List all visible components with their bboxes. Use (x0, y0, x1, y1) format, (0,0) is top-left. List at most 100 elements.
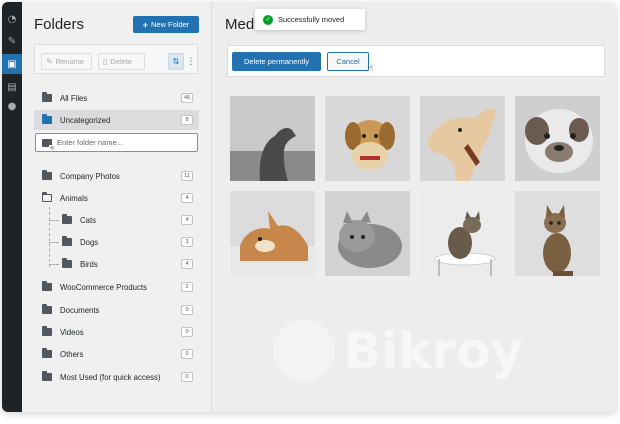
dashboard-icon[interactable]: ◔ (5, 12, 19, 26)
folder-name-field[interactable] (35, 133, 198, 152)
folder-count: 0 (181, 372, 193, 382)
folder-count: 3 (181, 237, 193, 247)
folder-count: 0 (181, 327, 193, 337)
folder-count: 0 (181, 349, 193, 359)
rename-icon: ✎ (46, 57, 53, 66)
folder-toolbar: ✎ Rename ▯ Delete ⇅ ⋮ (34, 44, 198, 74)
tree-connector (49, 207, 50, 267)
folder-icon (42, 170, 52, 180)
new-folder-label: New Folder (150, 20, 190, 29)
media-thumbnail[interactable] (515, 191, 600, 276)
play-icon[interactable]: ● (5, 99, 19, 113)
folder-animals[interactable]: Animals 4 (34, 188, 199, 208)
pages-icon[interactable]: ▤ (5, 80, 19, 94)
chihuahua-image (230, 191, 315, 276)
folder-cats[interactable]: Cats 4 (54, 210, 199, 230)
more-options-icon[interactable]: ⋮ (187, 53, 196, 70)
folder-count: 4 (181, 215, 193, 225)
folder-others[interactable]: Others 0 (34, 344, 199, 364)
media-thumbnail[interactable] (230, 96, 315, 181)
folder-label: Company Photos (60, 171, 120, 181)
folder-icon (42, 281, 52, 291)
bulldog-image (515, 96, 600, 181)
media-thumbnail[interactable] (420, 191, 505, 276)
folder-count: 4 (181, 259, 193, 269)
folder-icon (42, 304, 52, 314)
folder-icon (42, 348, 52, 358)
folder-woocommerce-products[interactable]: WooCommerce Products 2 (34, 277, 199, 297)
folder-documents[interactable]: Documents 0 (34, 300, 199, 320)
cat-on-stool-image (420, 191, 505, 276)
folder-most-used[interactable]: Most Used (for quick access) 0 (34, 367, 199, 387)
folder-label: Birds (80, 259, 98, 269)
folder-label: Cats (80, 215, 97, 225)
tabby-cat-image (515, 191, 600, 276)
folder-icon (62, 258, 72, 268)
folder-icon (42, 92, 52, 102)
watermark: Bikroy (273, 320, 523, 382)
media-thumbnail[interactable] (230, 191, 315, 276)
folder-videos[interactable]: Videos 0 (34, 322, 199, 342)
folder-icon (42, 371, 52, 381)
folder-label: Videos (60, 327, 84, 337)
plus-icon: + (142, 19, 148, 30)
folder-count: 4 (181, 193, 193, 203)
toast-message: Successfully moved (278, 15, 345, 24)
media-thumbnail[interactable] (325, 191, 410, 276)
folder-label: Others (60, 349, 84, 359)
folder-icon (42, 326, 52, 336)
folder-birds[interactable]: Birds 4 (54, 254, 199, 274)
folder-count: 8 (181, 115, 193, 125)
folder-count: 11 (181, 171, 193, 181)
folder-label: Animals (60, 193, 88, 203)
delete-folder-button[interactable]: ▯ Delete (98, 53, 145, 70)
panel-title: Folders (34, 16, 85, 33)
dog-profile-image (420, 96, 505, 181)
rename-button[interactable]: ✎ Rename (41, 53, 92, 70)
page-title: Medi (225, 16, 258, 33)
folder-label: All Files (60, 93, 88, 103)
folder-name-input[interactable] (57, 138, 187, 147)
folder-count: 2 (181, 282, 193, 292)
puppy-image (325, 96, 410, 181)
new-folder-button[interactable]: + New Folder (133, 16, 199, 33)
media-thumbnail[interactable] (515, 96, 600, 181)
folder-icon (62, 236, 72, 246)
folder-count: 46 (181, 93, 193, 103)
folder-panel: Folders + New Folder ✎ Rename ▯ Delete ⇅… (22, 2, 212, 412)
folder-all-files[interactable]: All Files 46 (34, 88, 199, 108)
delete-label: Delete (110, 57, 133, 66)
folder-label: Documents (60, 305, 100, 315)
dog-silhouette-image (230, 96, 315, 181)
media-thumbnail[interactable] (325, 96, 410, 181)
admin-menu-rail: ◔ ✎ ▣ ▤ ● (2, 2, 22, 412)
folder-label: Most Used (for quick access) (60, 372, 161, 382)
add-folder-icon (42, 138, 55, 151)
folder-label: WooCommerce Products (60, 282, 147, 292)
folder-dogs[interactable]: Dogs 3 (54, 232, 199, 252)
folder-company-photos[interactable]: Company Photos 11 (34, 166, 199, 186)
check-icon: ✓ (263, 14, 273, 25)
sort-icon[interactable]: ⇅ (168, 53, 184, 70)
media-thumbnail[interactable] (420, 96, 505, 181)
success-toast: ✓ Successfully moved (255, 9, 365, 30)
folder-icon (62, 214, 72, 224)
pin-icon[interactable]: ✎ (5, 34, 19, 48)
pointer-cursor-icon: ☝ (368, 64, 374, 74)
delete-permanently-button[interactable]: Delete permanently (232, 52, 321, 71)
folder-label: Dogs (80, 237, 99, 247)
media-library: Medi ✓ Successfully moved Delete permane… (213, 2, 616, 412)
rename-label: Rename (55, 57, 85, 66)
bulk-action-bar: Delete permanently Cancel ☝ (227, 45, 605, 77)
cancel-button[interactable]: Cancel (327, 52, 369, 71)
media-icon[interactable]: ▣ (2, 54, 22, 74)
kitten-image (325, 191, 410, 276)
app-window: ◔ ✎ ▣ ▤ ● Folders + New Folder ✎ Rename … (2, 2, 616, 412)
watermark-logo-icon (273, 320, 335, 382)
trash-icon: ▯ (103, 57, 108, 66)
watermark-text: Bikroy (343, 322, 524, 380)
folder-count: 0 (181, 305, 193, 315)
folder-icon (42, 114, 52, 124)
folder-uncategorized[interactable]: Uncategorized 8 (34, 110, 199, 130)
folder-label: Uncategorized (60, 115, 111, 125)
